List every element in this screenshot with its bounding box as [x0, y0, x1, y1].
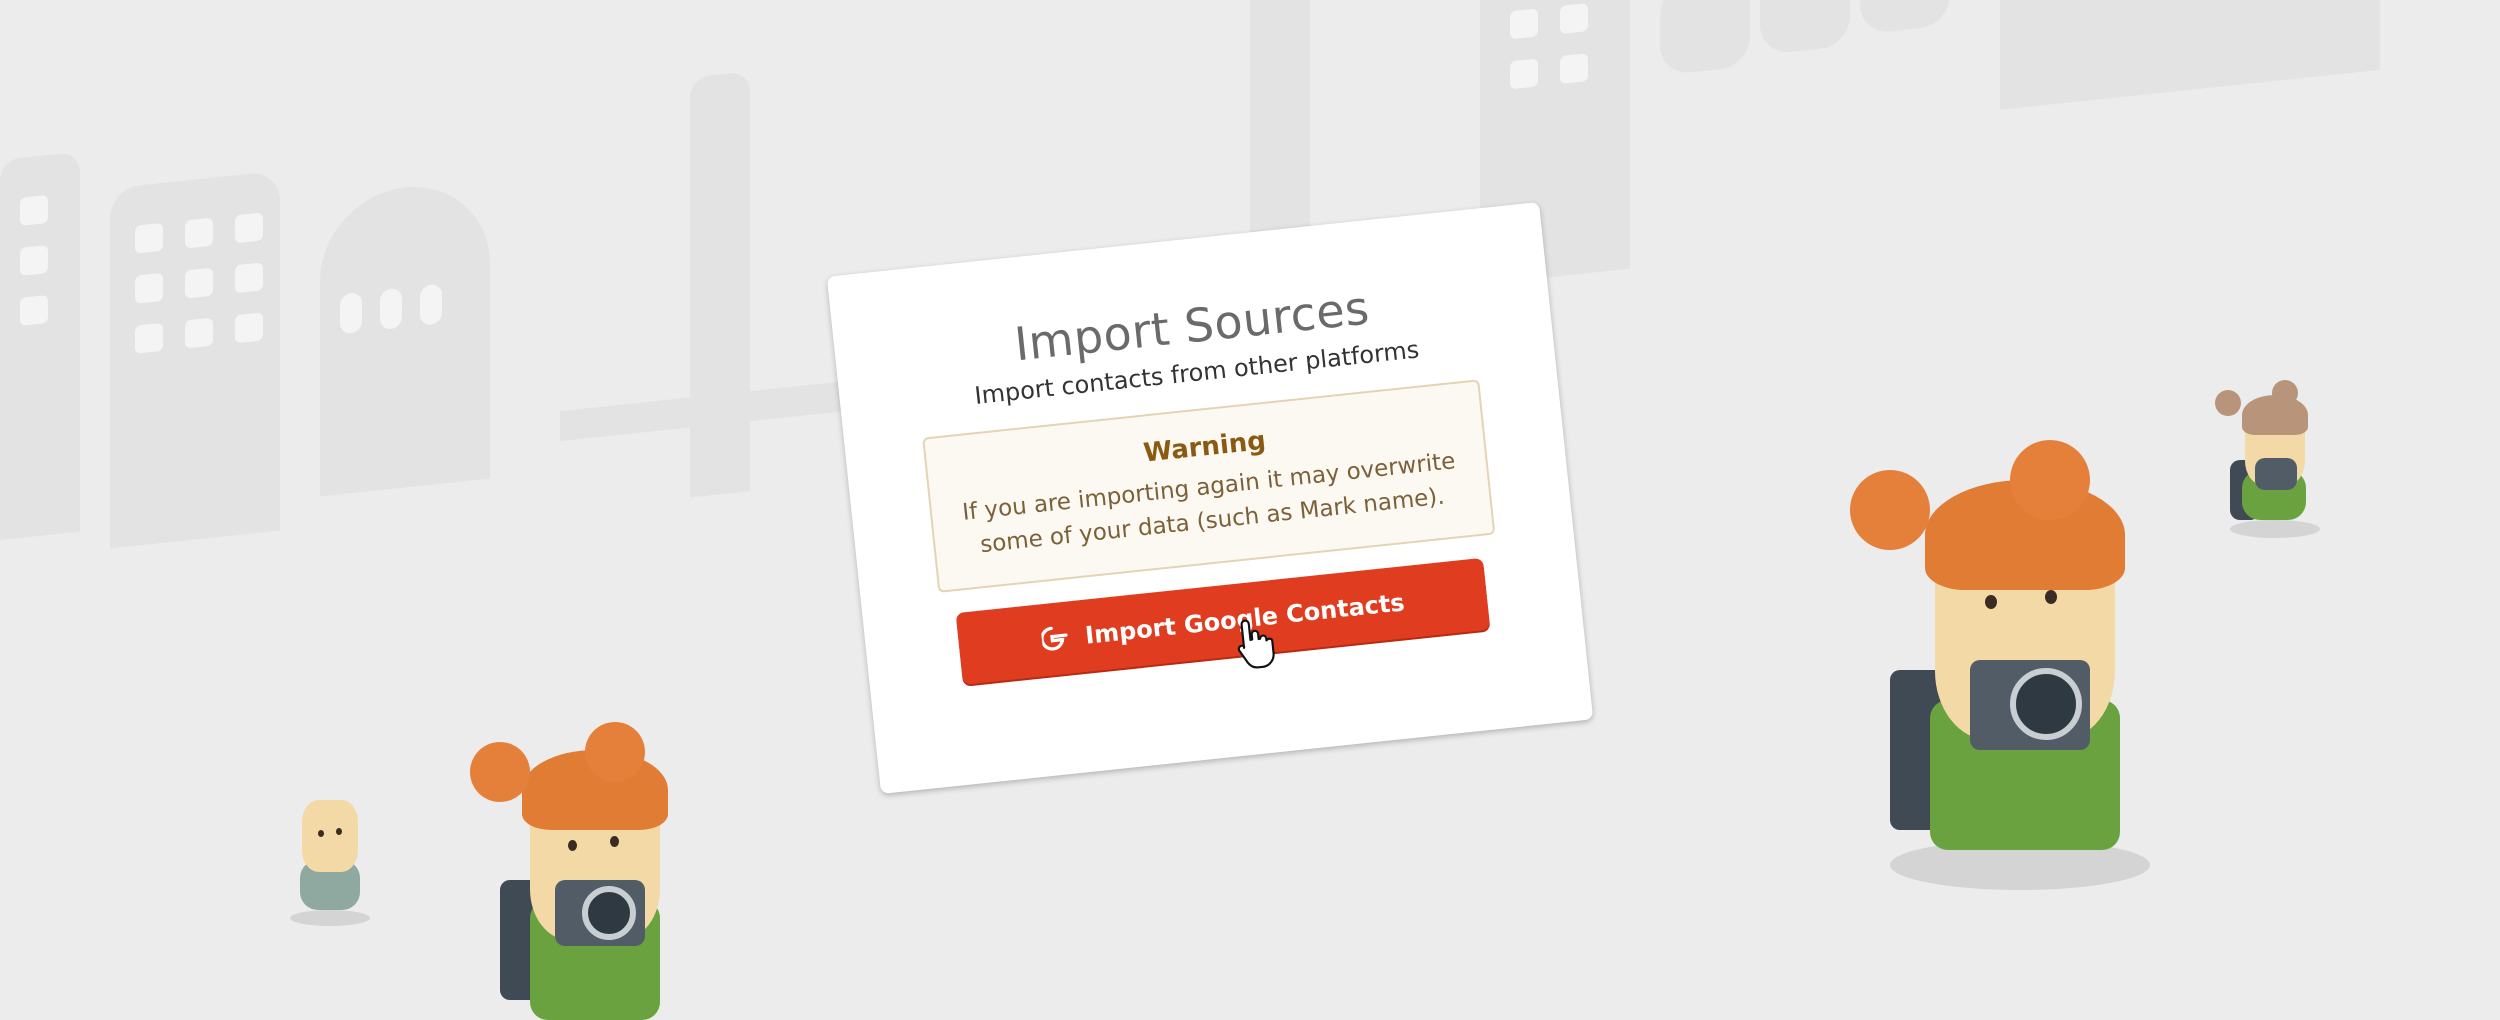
- building-window: [235, 212, 263, 244]
- mascot-character-large: [1840, 440, 2200, 900]
- building-window: [20, 194, 48, 226]
- building-window: [340, 291, 362, 335]
- google-icon: [1040, 626, 1068, 651]
- building-window: [135, 322, 163, 354]
- bridge-tower: [690, 71, 750, 498]
- mascot-character-small: [2210, 380, 2330, 540]
- mascot-character-headphones: [270, 790, 390, 930]
- mascot-character-medium: [460, 720, 700, 1020]
- building-window: [20, 244, 48, 276]
- building-window: [1510, 58, 1538, 90]
- tree: [1860, 0, 1950, 35]
- building: [2000, 0, 2380, 110]
- building-window: [135, 222, 163, 254]
- building-window: [185, 317, 213, 349]
- building-window: [185, 217, 213, 249]
- building-window: [235, 312, 263, 344]
- building-window: [420, 283, 442, 326]
- building-window: [1560, 3, 1588, 35]
- building-window: [135, 272, 163, 304]
- building-window: [20, 294, 48, 326]
- building-window: [185, 267, 213, 299]
- warning-box: Warning If you are importing again it ma…: [922, 379, 1496, 593]
- building-window: [1560, 53, 1588, 85]
- tree: [1660, 0, 1750, 76]
- tree: [1760, 0, 1850, 56]
- building-window: [235, 262, 263, 294]
- import-sources-dialog: Import Sources Import contacts from othe…: [826, 202, 1594, 794]
- building-window: [1510, 8, 1538, 40]
- building-window: [380, 287, 402, 331]
- hand-pointer-cursor-icon: [1237, 619, 1275, 669]
- dome-building: [320, 178, 490, 497]
